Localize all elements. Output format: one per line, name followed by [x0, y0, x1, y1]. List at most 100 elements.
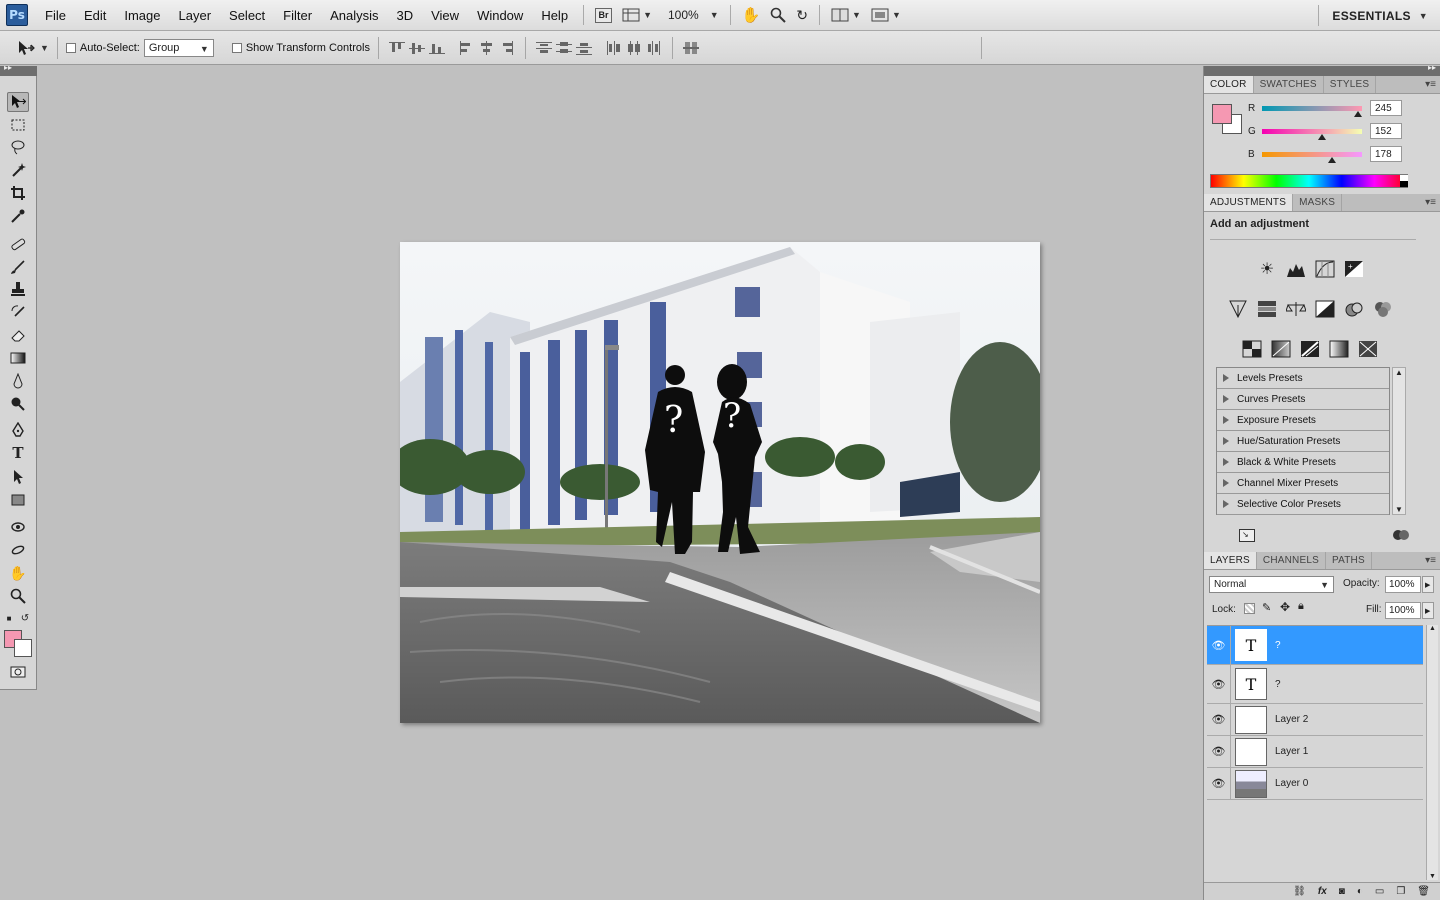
dodge-tool[interactable] — [7, 394, 29, 414]
green-slider-track[interactable] — [1262, 128, 1362, 140]
tab-paths[interactable]: PATHS — [1326, 552, 1372, 569]
red-slider-track[interactable] — [1262, 105, 1362, 117]
panel-menu-icon[interactable]: ▾≡ — [1425, 79, 1436, 90]
color-ramp-black-white[interactable] — [1400, 175, 1408, 187]
lock-image-pixels-icon[interactable]: ✎ — [1262, 601, 1271, 614]
layer-style-fx-icon[interactable]: fx — [1318, 886, 1327, 897]
menu-layer[interactable]: Layer — [170, 0, 221, 31]
tool-preset-picker[interactable]: ▼ — [16, 39, 49, 57]
show-transform-controls-checkbox[interactable]: Show Transform Controls — [231, 42, 370, 54]
delete-layer-icon[interactable]: 🗑︎ — [1417, 886, 1430, 897]
swap-colors-button[interactable]: ↺ — [18, 608, 32, 628]
slider-thumb[interactable] — [1328, 156, 1336, 163]
zoom-tool-button[interactable] — [765, 4, 791, 26]
layer-row-layer-2[interactable]: 👁︎ Layer 2 — [1207, 703, 1423, 736]
new-adjustment-layer-icon[interactable]: ◐ — [1357, 886, 1363, 897]
hue-saturation-icon[interactable] — [1256, 298, 1278, 320]
distribute-left-icon[interactable] — [606, 40, 622, 55]
blur-tool[interactable] — [7, 371, 29, 391]
new-layer-icon[interactable]: ❐ — [1396, 886, 1405, 897]
layer-row-layer-1[interactable]: 👁︎ Layer 1 — [1207, 735, 1423, 768]
gradient-tool[interactable] — [7, 348, 29, 368]
auto-select-checkbox[interactable]: Auto-Select: — [65, 42, 140, 54]
marquee-tool[interactable] — [7, 115, 29, 135]
blue-value-field[interactable]: 178 — [1370, 146, 1402, 162]
layer-row-text-2[interactable]: 👁︎ T ? — [1207, 664, 1423, 704]
scroll-up-icon[interactable]: ▲ — [1429, 625, 1436, 632]
quick-mask-button[interactable] — [7, 662, 29, 682]
posterize-icon[interactable] — [1270, 338, 1292, 360]
curves-icon[interactable] — [1314, 258, 1336, 280]
menu-select[interactable]: Select — [220, 0, 274, 31]
brush-tool[interactable] — [7, 257, 29, 277]
view-extras-button[interactable]: ▼ — [617, 4, 657, 26]
visibility-eye-icon[interactable]: 👁︎ — [1207, 767, 1231, 800]
type-tool[interactable]: T — [7, 443, 29, 463]
crop-tool[interactable] — [7, 183, 29, 203]
selective-color-icon[interactable] — [1357, 338, 1379, 360]
pen-tool[interactable] — [7, 420, 29, 440]
layer-name[interactable]: Layer 0 — [1275, 778, 1308, 789]
fill-field[interactable]: 100% — [1385, 602, 1421, 619]
gradient-map-icon[interactable] — [1328, 338, 1350, 360]
layer-name[interactable]: Layer 1 — [1275, 746, 1308, 757]
visibility-eye-icon[interactable]: 👁︎ — [1207, 735, 1231, 768]
align-bottom-edges-icon[interactable] — [428, 41, 445, 55]
slider-thumb[interactable] — [1318, 133, 1326, 140]
toolbox-header[interactable]: ▸▸ — [0, 63, 37, 76]
layer-name[interactable]: ? — [1275, 679, 1281, 690]
menu-window[interactable]: Window — [468, 0, 532, 31]
menu-image[interactable]: Image — [115, 0, 169, 31]
clone-stamp-tool[interactable] — [7, 279, 29, 299]
exposure-icon[interactable]: + — [1343, 258, 1365, 280]
eyedropper-tool[interactable] — [7, 206, 29, 226]
auto-align-layers-icon[interactable] — [682, 41, 699, 55]
lock-all-icon[interactable]: 🔒︎ — [1298, 600, 1304, 613]
tab-adjustments[interactable]: ADJUSTMENTS — [1204, 194, 1294, 211]
vibrance-icon[interactable] — [1227, 298, 1249, 320]
preset-selective-color[interactable]: Selective Color Presets — [1217, 494, 1389, 515]
preset-levels[interactable]: Levels Presets — [1217, 368, 1389, 389]
link-layers-icon[interactable]: ⛓ — [1293, 886, 1306, 897]
distribute-top-icon[interactable] — [535, 41, 552, 55]
menu-file[interactable]: File — [36, 0, 75, 31]
dock-header[interactable]: ▸▸ — [1204, 63, 1440, 76]
scroll-down-icon[interactable]: ▼ — [1429, 873, 1436, 880]
preset-exposure[interactable]: Exposure Presets — [1217, 410, 1389, 431]
layer-row-layer-0[interactable]: 👁︎ Layer 0 — [1207, 767, 1423, 800]
distribute-horizontal-centers-icon[interactable] — [626, 40, 642, 55]
preset-hue-saturation[interactable]: Hue/Saturation Presets — [1217, 431, 1389, 452]
photo-filter-icon[interactable] — [1343, 298, 1365, 320]
zoom-level-dropdown[interactable]: 100% ▼ — [657, 4, 724, 26]
threshold-icon[interactable] — [1299, 338, 1321, 360]
menu-analysis[interactable]: Analysis — [321, 0, 387, 31]
slider-thumb[interactable] — [1354, 110, 1362, 117]
distribute-right-icon[interactable] — [646, 40, 662, 55]
hand-tool-button[interactable]: ✋ — [737, 4, 766, 26]
opacity-slider-arrow[interactable]: ▶ — [1422, 576, 1434, 593]
add-mask-icon[interactable]: ◙ — [1339, 886, 1345, 897]
distribute-vertical-centers-icon[interactable] — [555, 41, 572, 55]
green-slider[interactable]: G 152 — [1248, 122, 1428, 140]
3d-rotate-tool[interactable] — [7, 517, 29, 537]
menu-edit[interactable]: Edit — [75, 0, 115, 31]
layers-scrollbar[interactable]: ▲ ▼ — [1426, 625, 1438, 880]
color-spectrum-ramp[interactable] — [1210, 174, 1408, 188]
align-right-edges-icon[interactable] — [499, 40, 515, 55]
arrange-documents-button[interactable]: ▼ — [826, 4, 866, 26]
blend-mode-dropdown[interactable]: Normal ▼ — [1209, 576, 1334, 593]
hand-tool[interactable]: ✋ — [7, 563, 29, 583]
tab-color[interactable]: COLOR — [1204, 76, 1254, 93]
shape-tool[interactable] — [7, 490, 29, 510]
red-value-field[interactable]: 245 — [1370, 100, 1402, 116]
default-colors-button[interactable]: ■ — [2, 608, 16, 628]
tab-layers[interactable]: LAYERS — [1204, 552, 1257, 569]
opacity-field[interactable]: 100% — [1385, 576, 1421, 593]
screen-mode-button[interactable]: ▼ — [866, 4, 906, 26]
tab-channels[interactable]: CHANNELS — [1257, 552, 1326, 569]
preset-black-white[interactable]: Black & White Presets — [1217, 452, 1389, 473]
history-brush-tool[interactable] — [7, 302, 29, 322]
color-balance-icon[interactable] — [1285, 298, 1307, 320]
healing-brush-tool[interactable] — [7, 234, 29, 254]
background-color-swatch[interactable] — [14, 639, 32, 657]
